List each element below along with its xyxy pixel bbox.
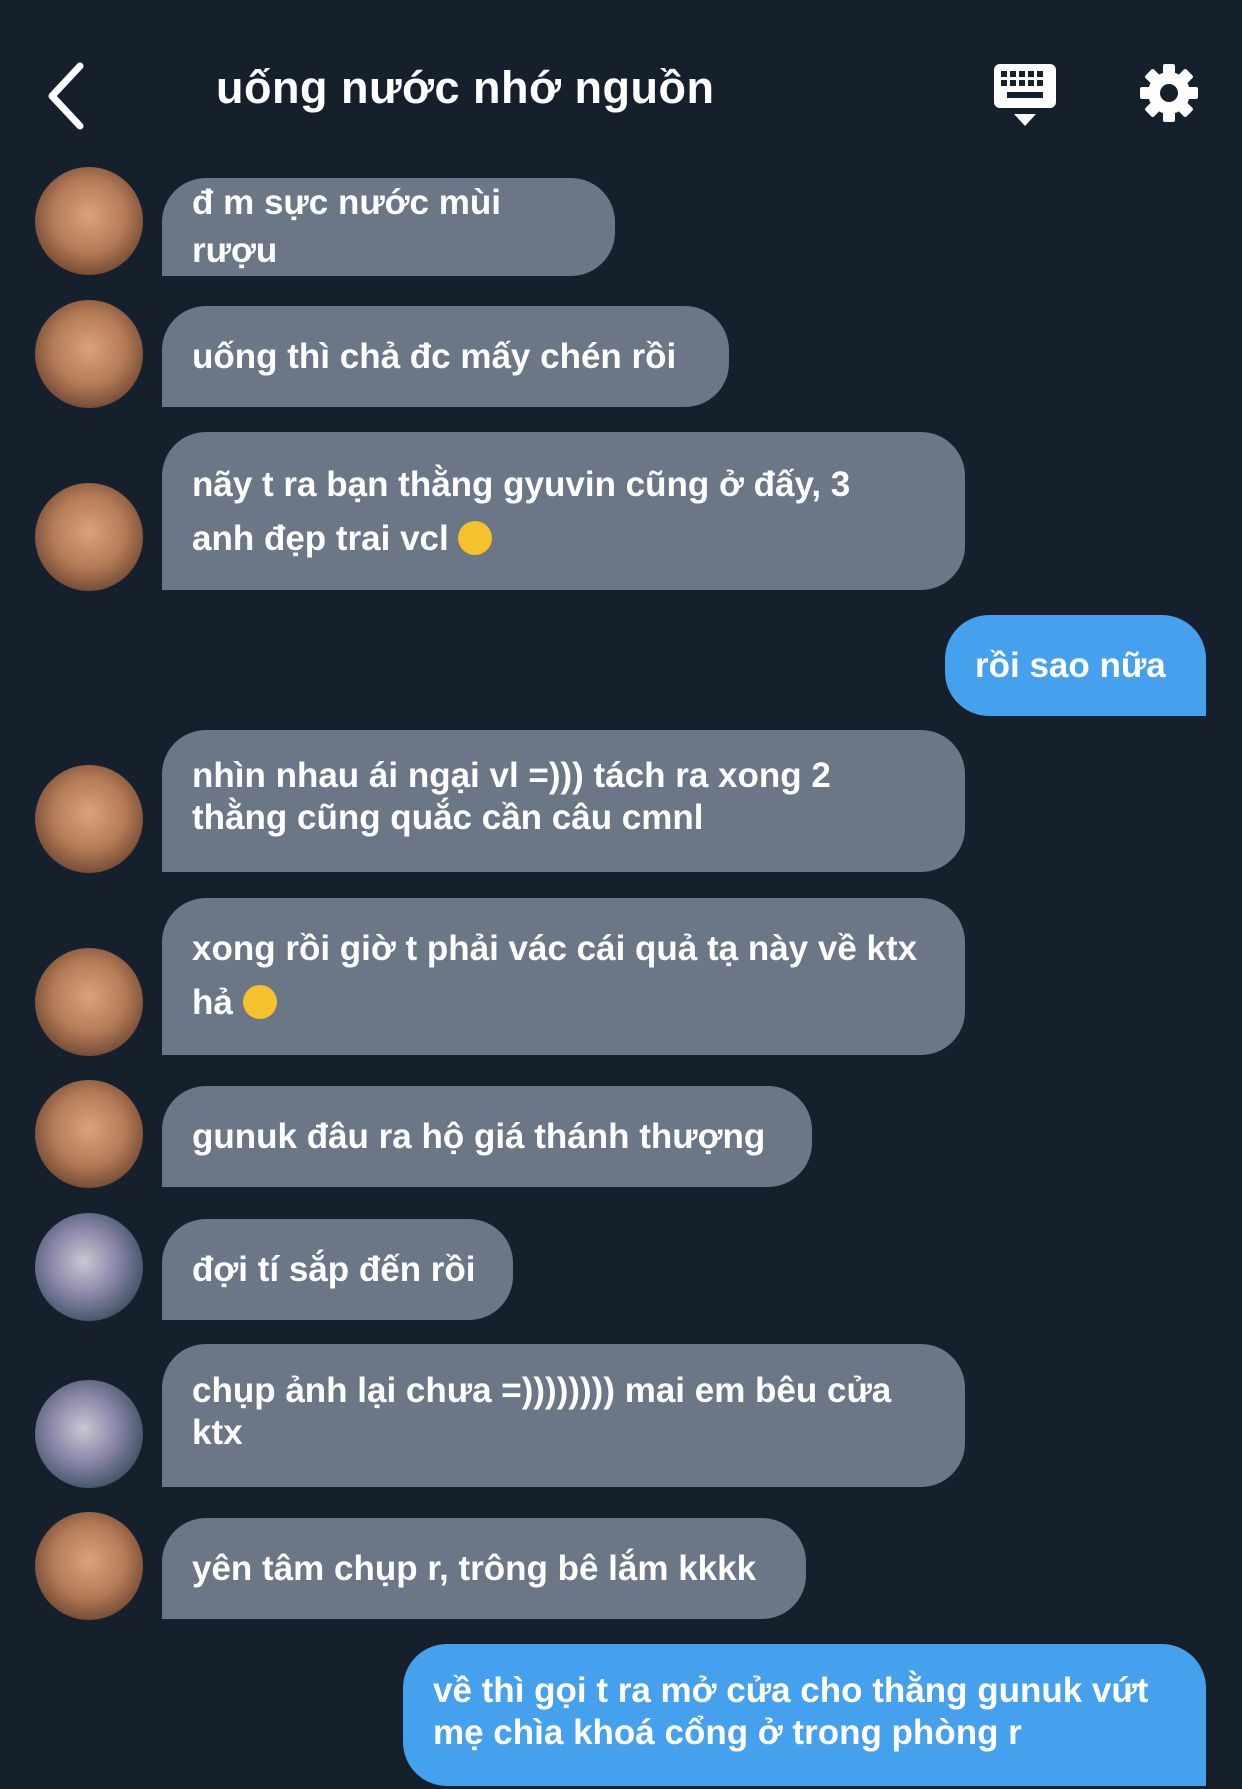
avatar[interactable] bbox=[35, 300, 143, 408]
message-text-line: nãy t ra bạn thằng gyuvin cũng ở đấy, 3 bbox=[192, 465, 851, 504]
avatar[interactable] bbox=[35, 948, 143, 1056]
message-text-line: mẹ chìa khoá cổng ở trong phòng r bbox=[433, 1713, 1022, 1752]
avatar[interactable] bbox=[35, 483, 143, 591]
message-bubble[interactable]: yên tâm chụp r, trông bê lắm kkkk bbox=[162, 1518, 806, 1619]
message-bubble[interactable]: đ m sực nước mùi rượu bbox=[162, 178, 615, 276]
message-text: đ m sực nước mùi rượu bbox=[192, 183, 501, 270]
message-bubble[interactable]: nãy t ra bạn thằng gyuvin cũng ở đấy, 3 … bbox=[162, 432, 965, 590]
message-text-line: chụp ảnh lại chưa =)))))))) mai em bêu c… bbox=[192, 1371, 892, 1410]
message-text-line: xong rồi giờ t phải vác cái quả tạ này v… bbox=[192, 929, 918, 968]
message-text: rồi sao nữa bbox=[975, 645, 1166, 685]
gear-icon bbox=[1140, 64, 1198, 122]
avatar[interactable] bbox=[35, 1080, 143, 1188]
message-bubble[interactable]: rồi sao nữa bbox=[945, 615, 1206, 716]
message-text: đợi tí sắp đến rồi bbox=[192, 1249, 476, 1289]
message-text-line: về thì gọi t ra mở cửa cho thằng gunuk v… bbox=[433, 1671, 1149, 1710]
keyboard-button[interactable] bbox=[990, 62, 1066, 132]
keyboard-icon bbox=[994, 64, 1056, 126]
message-bubble[interactable]: xong rồi giờ t phải vác cái quả tạ này v… bbox=[162, 898, 965, 1055]
message-bubble[interactable]: chụp ảnh lại chưa =)))))))) mai em bêu c… bbox=[162, 1344, 965, 1487]
message-bubble[interactable]: nhìn nhau ái ngại vl =))) tách ra xong 2… bbox=[162, 730, 965, 872]
heart-eyes-emoji-icon bbox=[458, 521, 493, 555]
avatar[interactable] bbox=[35, 765, 143, 873]
message-text-line: anh đẹp trai vcl bbox=[192, 512, 935, 566]
avatar[interactable] bbox=[35, 167, 143, 275]
message-bubble[interactable]: đợi tí sắp đến rồi bbox=[162, 1219, 513, 1320]
message-bubble[interactable]: về thì gọi t ra mở cửa cho thằng gunuk v… bbox=[403, 1644, 1206, 1786]
message-text: yên tâm chụp r, trông bê lắm kkkk bbox=[192, 1548, 757, 1588]
avatar[interactable] bbox=[35, 1213, 143, 1321]
avatar[interactable] bbox=[35, 1380, 143, 1488]
chat-header: uống nước nhớ nguồn bbox=[0, 0, 1242, 175]
message-text: gunuk đâu ra hộ giá thánh thượng bbox=[192, 1116, 766, 1156]
chevron-left-icon bbox=[48, 62, 84, 130]
chat-title: uống nước nhớ nguồn bbox=[216, 62, 715, 113]
message-bubble[interactable]: uống thì chả đc mấy chén rồi bbox=[162, 306, 729, 407]
avatar[interactable] bbox=[35, 1512, 143, 1620]
back-button[interactable] bbox=[40, 58, 100, 134]
message-text-line: thằng cũng quắc cần câu cmnl bbox=[192, 798, 704, 837]
message-text: uống thì chả đc mấy chén rồi bbox=[192, 336, 677, 376]
smiling-emoji-icon bbox=[242, 985, 277, 1019]
message-bubble[interactable]: gunuk đâu ra hộ giá thánh thượng bbox=[162, 1086, 812, 1187]
message-text-line: hả bbox=[192, 976, 935, 1030]
settings-button[interactable] bbox=[1138, 62, 1200, 124]
message-text-line: ktx bbox=[192, 1413, 243, 1452]
message-text-line: nhìn nhau ái ngại vl =))) tách ra xong 2 bbox=[192, 756, 831, 795]
